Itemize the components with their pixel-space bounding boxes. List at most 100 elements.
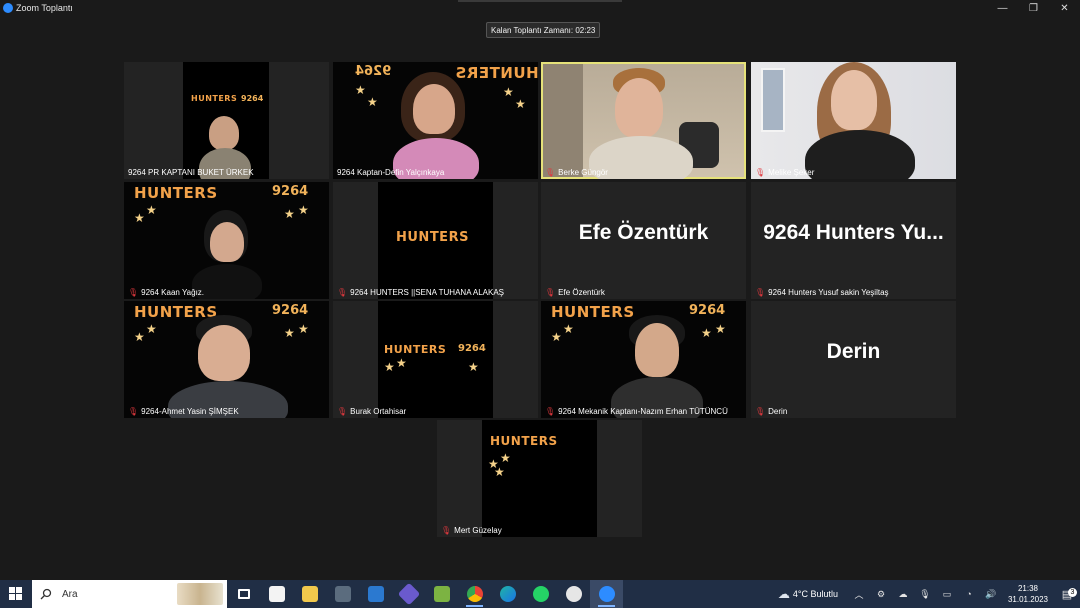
participant-tile[interactable]: HUNTERS ★ ★ ★ 🎙 Mert Güzelay [437,420,642,537]
edge-icon[interactable] [491,580,524,608]
video-feed: 9264 HUNTERS ★ ★ ★ ★ [333,62,538,179]
system-tray: ☁ 4°C Bulutlu ︿ ⚙ ☁ 🎙 ▭ ◔ 🔊 21:38 31.01.… [778,580,1080,608]
participant-name: 🎙 9264 HUNTERS ||SENA TUHANA ALAKAŞ [337,288,505,297]
zoom-logo-icon [3,3,13,13]
team-number: 9264 [355,64,392,79]
search-icon [40,588,52,600]
task-view-icon[interactable] [227,580,260,608]
chevron-up-icon[interactable]: ︿ [848,588,870,601]
star-icon: ★ [355,83,366,97]
start-button[interactable] [0,580,32,608]
star-icon: ★ [396,356,407,370]
participant-tile[interactable]: HUNTERS 9264 ★ ★ ★ ★ 🎙 9264 Kaan Yağız. [124,182,329,299]
participant-name: 🎙 Melike Şeker [755,168,815,177]
muted-mic-icon: 🎙 [337,407,348,416]
windows-logo-icon [9,587,22,600]
star-icon: ★ [515,97,526,111]
volume-icon[interactable]: 🔊 [980,589,1002,600]
participant-tile[interactable]: 9264 HUNTERS ★ ★ ★ ★ 9264 Kaptan-Defin Y… [333,62,538,179]
participant-name: 🎙 Berke Güngör [545,168,608,177]
muted-mic-icon: 🎙 [755,288,766,297]
vpn-icon[interactable] [392,580,425,608]
wifi-icon[interactable]: ◔ [958,589,980,599]
clock-time: 21:38 [1017,584,1039,593]
participant-name: 🎙 Mert Güzelay [441,526,502,535]
participant-face [198,325,250,381]
star-icon: ★ [701,326,712,340]
participant-tile-active-speaker[interactable]: 🎙 Berke Güngör [541,62,746,179]
video-feed [543,64,744,179]
team-number: 9264 [689,303,726,318]
notification-icon[interactable]: ▤ 3 [1054,587,1080,601]
battery-icon[interactable]: ▭ [936,589,958,600]
participant-tile[interactable]: HUNTERS 9264 ★ ★ ★ 🎙 Burak Ortahisar [333,301,538,418]
hunters-logo: HUNTERS [191,94,238,103]
participant-tile[interactable]: 9264 Hunters Yu... 🎙 9264 Hunters Yusuf s… [751,182,956,299]
team-number: 9264 [272,303,309,318]
muted-mic-icon: 🎙 [545,168,556,177]
star-icon: ★ [494,465,505,479]
star-icon: ★ [715,322,726,336]
windows-taskbar: Ara ☁ 4°C Bulutlu ︿ ⚙ ☁ 🎙 ▭ ◔ 🔊 21:38 31… [0,580,1080,608]
participant-body [805,130,915,179]
star-icon: ★ [146,203,157,217]
maximize-button[interactable]: ❐ [1018,0,1049,16]
gpu-icon[interactable]: ⚙ [870,589,892,600]
video-feed: HUNTERS 9264 ★ ★ ★ ★ [541,301,746,418]
muted-mic-icon: 🎙 [337,288,348,297]
muted-mic-icon: 🎙 [755,168,766,177]
star-icon: ★ [563,322,574,336]
hunters-logo: HUNTERS [384,343,447,356]
cloud-offline-icon[interactable]: ☁ [892,589,914,600]
minecraft-icon[interactable] [425,580,458,608]
participant-tile[interactable]: Derin 🎙 Derin [751,301,956,418]
muted-mic-icon: 🎙 [755,407,766,416]
chrome-icon[interactable] [458,580,491,608]
participant-name: 🎙 Derin [755,407,788,416]
store-icon[interactable] [260,580,293,608]
meeting-controls-strip[interactable] [458,0,622,2]
participant-name: 🎙 Efe Özentürk [545,288,605,297]
search-highlight-image [177,583,223,605]
clock[interactable]: 21:38 31.01.2023 [1002,583,1054,605]
participant-tile[interactable]: HUNTERS 9264 ★ ★ ★ ★ 🎙 9264-Ahmet Yasin Ş… [124,301,329,418]
mail-icon[interactable] [359,580,392,608]
participant-face [209,116,239,150]
star-icon: ★ [134,330,145,344]
minimize-button[interactable]: — [987,0,1018,16]
participant-tile[interactable]: Efe Özentürk 🎙 Efe Özentürk [541,182,746,299]
muted-mic-icon: 🎙 [128,407,139,416]
participant-name: 9264 PR KAPTANI BUKET ÜRKEK [128,168,254,177]
participant-name: 9264 Kaptan-Defin Yalçınkaya [337,168,445,177]
star-icon: ★ [284,207,295,221]
hunters-logo: HUNTERS [455,64,538,82]
star-icon: ★ [384,360,395,374]
participant-name: 🎙 Burak Ortahisar [337,407,407,416]
participant-face [615,78,663,138]
microphone-icon[interactable]: 🎙 [914,589,936,600]
zoom-icon[interactable] [590,580,623,608]
participant-tile[interactable]: HUNTERS 🎙 9264 HUNTERS ||SENA TUHANA ALAK… [333,182,538,299]
taskbar-search[interactable]: Ara [32,580,227,608]
muted-mic-icon: 🎙 [545,407,556,416]
participant-tile[interactable]: HUNTERS 9264 ★ ★ ★ ★ 🎙 9264 Mekanik Kapta… [541,301,746,418]
video-feed: HUNTERS 9264 [183,62,269,179]
steam-icon[interactable] [557,580,590,608]
team-number: 9264 [272,184,309,199]
calculator-icon[interactable] [326,580,359,608]
close-button[interactable]: ✕ [1049,0,1080,16]
star-icon: ★ [298,203,309,217]
search-placeholder: Ara [62,588,78,600]
video-feed: HUNTERS 9264 ★ ★ ★ ★ [124,301,329,418]
file-explorer-icon[interactable] [293,580,326,608]
meeting-timer: Kalan Toplantı Zamanı: 02:23 [486,22,601,38]
whatsapp-icon[interactable] [524,580,557,608]
star-icon: ★ [551,330,562,344]
participant-tile[interactable]: 🎙 Melike Şeker [751,62,956,179]
weather-widget[interactable]: ☁ 4°C Bulutlu [778,587,838,601]
participant-face [210,222,244,262]
participant-tile[interactable]: HUNTERS 9264 9264 PR KAPTANI BUKET ÜRKEK [124,62,329,179]
participant-name: 🎙 9264 Kaan Yağız. [128,288,205,297]
video-feed: HUNTERS 9264 ★ ★ ★ [378,301,493,418]
star-icon: ★ [134,211,145,225]
